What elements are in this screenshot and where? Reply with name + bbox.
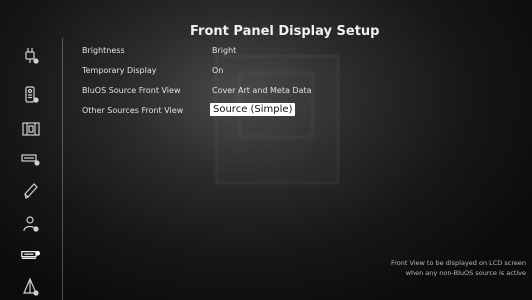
help-line-1: Front View to be displayed on LCD screen — [390, 259, 526, 267]
sidebar-divider — [62, 38, 63, 300]
setting-value-selected[interactable]: Source (Simple) — [210, 103, 296, 116]
speaker-icon[interactable] — [20, 118, 42, 140]
setting-value: Cover Art and Meta Data — [212, 86, 312, 95]
settings-screen: Front Panel Display Setup Brightness Bri… — [0, 0, 532, 300]
setting-label: Brightness — [82, 46, 125, 55]
setting-value: Bright — [212, 46, 237, 55]
user-settings-icon[interactable] — [20, 213, 42, 235]
setting-row-temporary-display[interactable]: Temporary Display On — [82, 64, 382, 82]
pen-icon[interactable] — [20, 180, 42, 202]
setting-label: Temporary Display — [82, 66, 157, 75]
sidebar — [0, 0, 62, 300]
input-plug-icon[interactable] — [20, 45, 42, 67]
setting-row-brightness[interactable]: Brightness Bright — [82, 44, 382, 62]
display-settings-icon[interactable] — [18, 244, 44, 266]
remote-control-icon[interactable] — [20, 84, 42, 106]
audio-settings-icon[interactable] — [20, 148, 42, 170]
help-line-2: when any non-BluOS source is active — [405, 269, 526, 277]
setting-row-bluos-front-view[interactable]: BluOS Source Front View Cover Art and Me… — [82, 84, 382, 102]
help-text: Front View to be displayed on LCD screen… — [326, 258, 526, 278]
page-title: Front Panel Display Setup — [190, 24, 380, 39]
setting-row-other-sources-front-view[interactable]: Other Sources Front View Source (Simple) — [82, 103, 382, 122]
setting-label: BluOS Source Front View — [82, 86, 181, 95]
setting-value: On — [212, 66, 224, 75]
network-icon[interactable] — [20, 276, 42, 298]
setting-label: Other Sources Front View — [82, 106, 184, 115]
